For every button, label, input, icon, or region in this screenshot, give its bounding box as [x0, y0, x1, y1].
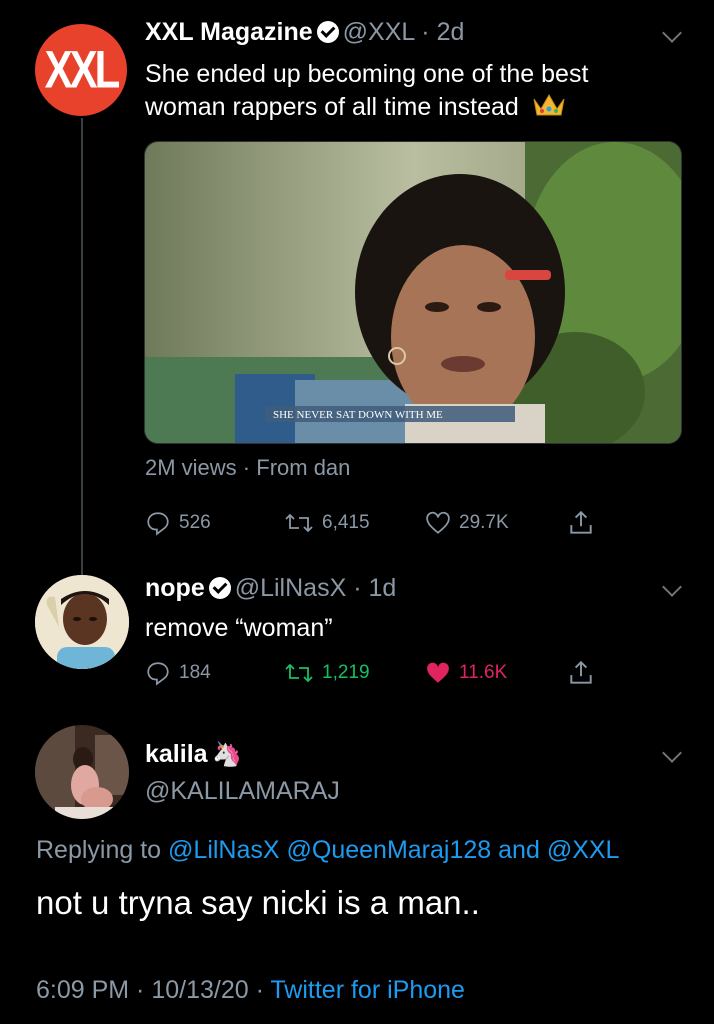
reply-count: 184 [179, 662, 211, 683]
like-button[interactable]: 29.7K [425, 510, 509, 536]
share-icon [570, 660, 592, 684]
reply-button[interactable]: 526 [145, 510, 211, 536]
replying-to-label: Replying to [36, 836, 162, 864]
heart-filled-icon [427, 662, 449, 683]
timestamp[interactable]: 6:09 PM · 10/13/20 [36, 976, 249, 1004]
reply-icon [147, 662, 169, 686]
chevron-down-icon[interactable] [662, 577, 682, 597]
views-label: 2M views [145, 455, 237, 480]
share-icon [570, 510, 592, 534]
mention-link[interactable]: @XXL [547, 836, 620, 864]
tweet-time[interactable]: 2d [437, 18, 465, 46]
unicorn-emoji: 🦄 [212, 741, 242, 768]
verified-badge-icon [208, 577, 231, 599]
replying-to-line: Replying to @LilNasX @QueenMaraj128 and … [36, 836, 619, 865]
video-caption: SHE NEVER SAT DOWN WITH ME [273, 409, 443, 421]
retweet-count: 1,219 [322, 662, 370, 683]
author-name[interactable]: nope [145, 574, 205, 602]
author-name[interactable]: XXL Magazine [145, 18, 313, 46]
xxl-avatar[interactable]: XXL [35, 24, 127, 116]
share-button[interactable] [568, 509, 594, 537]
view-count: 2M views · From dan [145, 455, 351, 480]
tweet3-name-row: kalila 🦄 [145, 740, 242, 769]
like-count: 11.6K [459, 662, 508, 683]
tweet2-header: nope @LilNasX · 1d [145, 574, 397, 602]
crown-emoji-icon [533, 93, 565, 116]
tweet2-text: remove “woman” [145, 614, 333, 642]
author-handle[interactable]: @KALILAMARAJ [145, 777, 340, 806]
lilnasx-avatar[interactable] [35, 575, 129, 669]
retweet-icon [285, 663, 313, 683]
share-button[interactable] [568, 659, 594, 687]
avatar-photo [35, 575, 129, 669]
reply-icon [147, 512, 169, 536]
verified-badge-icon [316, 21, 339, 43]
client-link[interactable]: Twitter for iPhone [270, 976, 465, 1004]
and-label: and [498, 836, 540, 864]
video-frame-image: SHE NEVER SAT DOWN WITH ME [145, 142, 681, 443]
retweet-button[interactable]: 1,219 [284, 660, 370, 686]
video-thumbnail[interactable]: SHE NEVER SAT DOWN WITH ME [144, 141, 682, 444]
tweet-time[interactable]: 1d [368, 574, 396, 602]
chevron-down-icon[interactable] [662, 23, 682, 43]
author-name[interactable]: kalila [145, 740, 208, 768]
reply-button[interactable]: 184 [145, 660, 211, 686]
retweet-count: 6,415 [322, 512, 370, 533]
like-button[interactable]: 11.6K [425, 660, 507, 686]
tweet1-text-line1: She ended up becoming one of the best [145, 60, 589, 88]
mention-link[interactable]: @LilNasX [168, 836, 280, 864]
author-handle[interactable]: @LilNasX [235, 574, 347, 602]
avatar-photo [35, 725, 129, 819]
reply-count: 526 [179, 512, 211, 533]
chevron-down-icon[interactable] [662, 743, 682, 763]
avatar-logo-text: XXL [44, 40, 121, 99]
kalila-avatar[interactable] [35, 725, 129, 819]
retweet-icon [285, 513, 313, 533]
tweet1-text-line2: woman rappers of all time instead [145, 93, 519, 121]
tweet1-text: woman rappers of all time instead [145, 91, 566, 124]
thread-line [81, 118, 83, 580]
tweet-timestamp-line: 6:09 PM · 10/13/20 · Twitter for iPhone [36, 976, 465, 1004]
retweet-button[interactable]: 6,415 [284, 510, 370, 536]
source-label[interactable]: From dan [256, 455, 350, 480]
tweet1-header: XXL Magazine @XXL · 2d [145, 18, 465, 46]
heart-icon [426, 511, 450, 534]
tweet3-text: not u tryna say nicki is a man.. [36, 884, 480, 921]
mention-link[interactable]: @QueenMaraj128 [287, 836, 492, 864]
author-handle[interactable]: @XXL [343, 18, 415, 46]
like-count: 29.7K [459, 512, 509, 533]
